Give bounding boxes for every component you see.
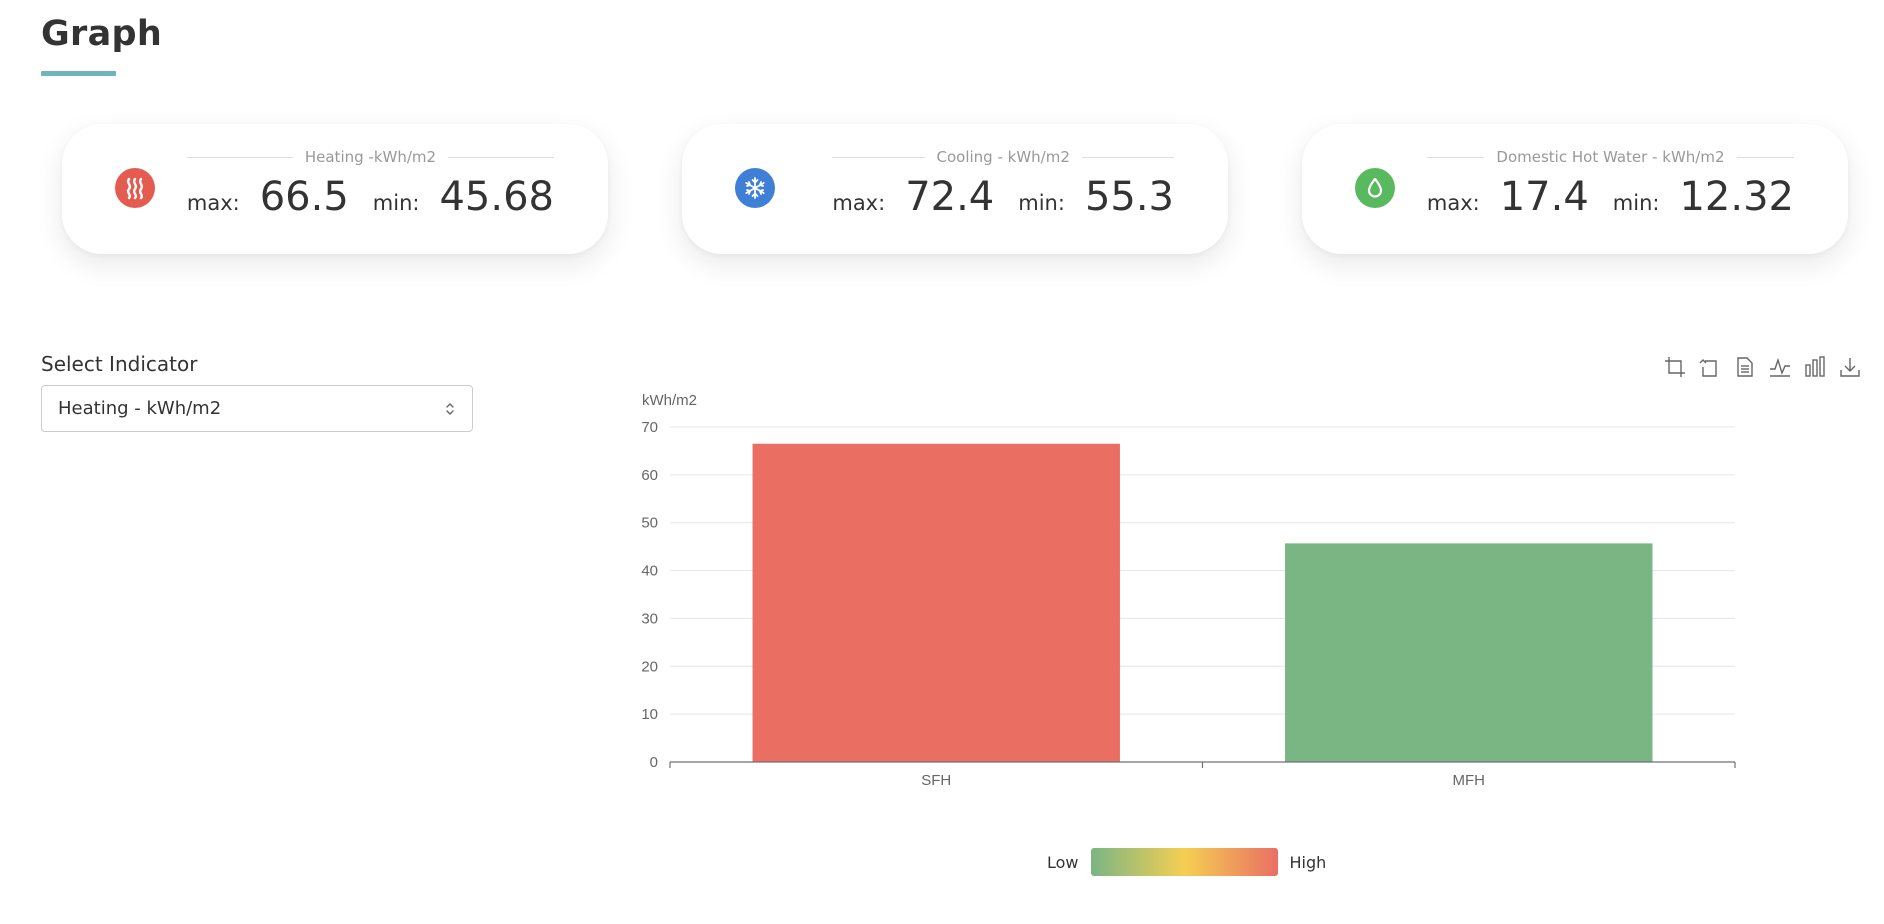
visual-map-legend: Low High: [1047, 848, 1326, 876]
heating-icon: [115, 168, 155, 208]
card-values: max: 72.4 min: 55.3: [832, 174, 1174, 220]
cooling-max-value: 72.4: [905, 174, 995, 220]
visual-map-low-label: Low: [1047, 852, 1079, 872]
min-label: min:: [1612, 191, 1660, 215]
visual-map-gradient[interactable]: [1090, 848, 1278, 876]
card-values: max: 17.4 min: 12.32: [1427, 174, 1794, 220]
data-view-icon[interactable]: [1732, 354, 1757, 379]
y-tick-label: 60: [641, 467, 658, 484]
min-label: min:: [1018, 191, 1065, 215]
max-label: max:: [1426, 191, 1480, 215]
card-values: max: 66.5 min: 45.68: [187, 174, 554, 220]
page: Graph Heating -kWh/m2 max: 66.5 min: 45.…: [0, 0, 1884, 924]
y-tick-label: 40: [641, 563, 658, 580]
select-indicator-label: Select Indicator: [41, 352, 198, 376]
dhw-min-value: 12.32: [1679, 174, 1794, 220]
title-underline: [41, 71, 116, 76]
bar-sfh: [752, 443, 1120, 762]
min-label: min:: [372, 191, 420, 215]
zoom-icon[interactable]: [1662, 354, 1687, 379]
cooling-caption: Cooling - kWh/m2: [936, 148, 1070, 166]
cooling-card-body: Cooling - kWh/m2 max: 72.4 min: 55.3: [832, 148, 1175, 220]
y-axis-label: kWh/m2: [642, 392, 697, 409]
card-caption: Heating -kWh/m2: [186, 148, 555, 166]
y-tick-label: 0: [650, 754, 658, 771]
y-tick-label: 20: [641, 658, 658, 675]
heating-card-body: Heating -kWh/m2 max: 66.5 min: 45.68: [186, 148, 555, 220]
cooling-min-value: 55.3: [1084, 174, 1174, 220]
y-tick-label: 50: [641, 515, 658, 532]
cooling-card: Cooling - kWh/m2 max: 72.4 min: 55.3: [682, 124, 1228, 254]
card-caption: Cooling - kWh/m2: [832, 148, 1175, 166]
heating-min-value: 45.68: [439, 174, 554, 220]
water-drop-icon: [1355, 168, 1395, 208]
max-label: max:: [186, 191, 240, 215]
heating-max-value: 66.5: [259, 174, 349, 220]
y-tick-label: 70: [641, 419, 658, 436]
bar-chart: kWh/m2 0 10 20 30 40 50 60 70 SFH MFH: [641, 392, 1736, 789]
x-tick-label: SFH: [921, 772, 951, 789]
page-title: Graph: [41, 14, 163, 54]
download-icon[interactable]: [1837, 354, 1862, 379]
dhw-max-value: 17.4: [1499, 174, 1589, 220]
bar-mfh: [1285, 543, 1653, 762]
snowflake-icon: [735, 168, 775, 208]
dhw-card: Domestic Hot Water - kWh/m2 max: 17.4 mi…: [1302, 124, 1848, 254]
zoom-reset-icon[interactable]: [1697, 354, 1722, 379]
chart-toolbox: [1662, 354, 1862, 379]
max-label: max:: [832, 191, 886, 215]
y-tick-label: 10: [641, 706, 658, 723]
card-caption: Domestic Hot Water - kWh/m2: [1426, 148, 1795, 166]
indicator-select-value: Heating - kWh/m2: [58, 398, 222, 419]
dhw-caption: Domestic Hot Water - kWh/m2: [1496, 148, 1725, 166]
x-tick-label: MFH: [1453, 772, 1486, 789]
bar-chart-icon[interactable]: [1802, 354, 1827, 379]
chevron-updown-icon: [446, 403, 454, 415]
dhw-card-body: Domestic Hot Water - kWh/m2 max: 17.4 mi…: [1426, 148, 1795, 220]
indicator-select[interactable]: Heating - kWh/m2: [41, 385, 473, 432]
y-tick-label: 30: [641, 610, 658, 627]
heating-card: Heating -kWh/m2 max: 66.5 min: 45.68: [62, 124, 608, 254]
line-chart-icon[interactable]: [1767, 354, 1792, 379]
visual-map-high-label: High: [1289, 852, 1327, 872]
heating-caption: Heating -kWh/m2: [304, 148, 437, 166]
